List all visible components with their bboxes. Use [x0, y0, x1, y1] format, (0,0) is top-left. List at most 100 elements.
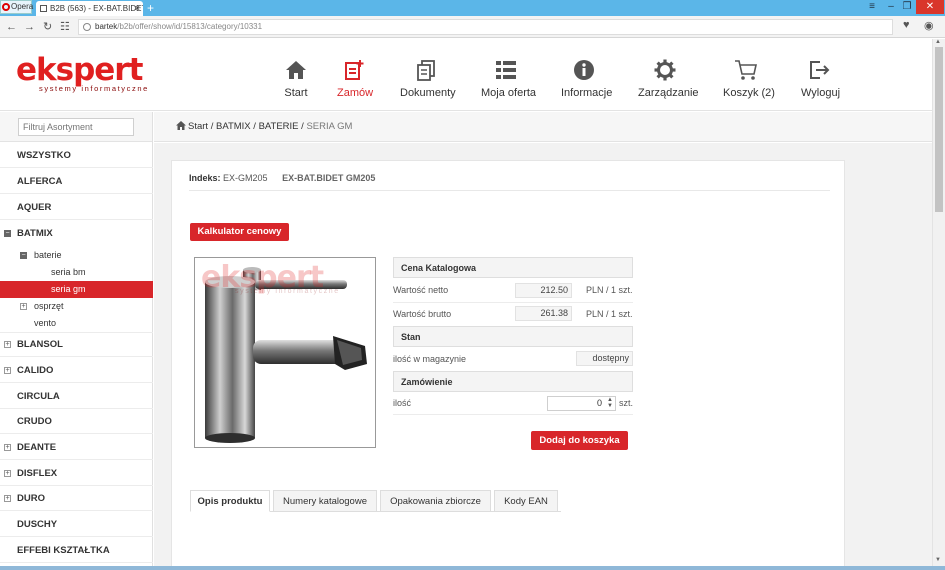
category-item[interactable]: ALFERCA	[0, 169, 153, 194]
subcategory-item[interactable]: vento	[0, 315, 153, 333]
category-item[interactable]: WSZYSTKO	[0, 143, 153, 168]
stepper-down-icon[interactable]: ▼	[605, 403, 615, 409]
category-item[interactable]: AQUER	[0, 195, 153, 220]
category-item[interactable]: + BLANSOL	[0, 332, 153, 357]
account-icon[interactable]: ◉	[924, 19, 934, 32]
tab-favicon-icon	[40, 5, 47, 12]
gear-icon	[638, 59, 692, 87]
category-label: WSZYSTKO	[17, 150, 71, 161]
expand-icon[interactable]: +	[4, 470, 11, 477]
menu-logout[interactable]: Wyloguj	[801, 59, 840, 99]
ekspert-logo[interactable]: ekspert systemy informatyczne	[16, 55, 149, 94]
menu-label: Start	[284, 87, 308, 99]
forward-icon[interactable]: →	[24, 19, 35, 35]
category-label: CRUDO	[17, 416, 52, 427]
category-item[interactable]: + DISFLEX	[0, 461, 153, 486]
tab-product-description[interactable]: Opis produktu	[190, 490, 270, 512]
scrollbar-thumb[interactable]	[935, 47, 943, 212]
breadcrumb-batmix[interactable]: BATMIX	[216, 121, 251, 132]
subcategory-label: baterie	[34, 250, 62, 260]
url-field[interactable]: bartek/b2b/offer/show/id/15813/category/…	[78, 19, 893, 35]
expand-icon[interactable]: +	[20, 303, 27, 310]
category-item[interactable]: + DEANTE	[0, 435, 153, 460]
menu-my-offer[interactable]: Moja oferta	[481, 59, 536, 99]
add-to-cart-button[interactable]: Dodaj do koszyka	[531, 431, 628, 450]
menu-documents[interactable]: Dokumenty	[400, 59, 456, 99]
menu-info[interactable]: Informacje	[561, 59, 612, 99]
breadcrumb-baterie[interactable]: BATERIE	[259, 121, 299, 132]
scroll-up-icon[interactable]: ▲	[935, 39, 941, 45]
breadcrumb-separator: /	[250, 121, 259, 132]
product-name: EX-BAT.BIDET GM205	[282, 173, 376, 183]
menu-label: Moja oferta	[481, 87, 537, 99]
url-host: bartek	[95, 22, 118, 31]
tab-catalog-numbers[interactable]: Numery katalogowe	[273, 490, 377, 512]
quantity-label: ilość	[393, 398, 412, 408]
product-image[interactable]: ekspert systemy informatyczne	[194, 257, 376, 448]
tab-menu-icon[interactable]: ≡	[866, 0, 878, 14]
subcategory-item[interactable]: − baterie	[0, 247, 153, 264]
subcategory-label: seria bm	[51, 267, 86, 277]
subcategory-item[interactable]: + osprzęt	[0, 298, 153, 315]
menu-cart[interactable]: Koszyk (2)	[723, 59, 775, 99]
assortment-filter-input[interactable]	[18, 118, 134, 136]
opera-logo-icon	[2, 3, 10, 11]
category-label: CIRCULA	[17, 391, 60, 402]
browser-tab[interactable]: B2B (563) - EX-BAT.BIDET GM ×	[36, 1, 143, 16]
category-item[interactable]: DUSCHY	[0, 512, 153, 537]
subcategory-item[interactable]: seria bm	[0, 264, 153, 281]
category-item[interactable]: + CALIDO	[0, 358, 153, 383]
menu-management[interactable]: Zarządzanie	[638, 59, 699, 99]
collapse-icon[interactable]: −	[4, 230, 11, 237]
page-scrollbar[interactable]: ▲ ▼	[932, 39, 945, 570]
address-bar: ← → ↻ ☷ bartek/b2b/offer/show/id/15813/c…	[0, 16, 945, 38]
filter-wrap	[0, 112, 152, 142]
category-sidebar: WSZYSTKO ALFERCA AQUER −BATMIX −baterie …	[0, 112, 153, 570]
expand-icon[interactable]: +	[4, 495, 11, 502]
category-item[interactable]: CIRCULA	[0, 384, 153, 409]
expand-icon[interactable]: +	[4, 367, 11, 374]
new-tab-button[interactable]: +	[147, 0, 154, 16]
category-item[interactable]: CRUDO	[0, 409, 153, 434]
minimize-icon[interactable]: –	[884, 0, 898, 14]
subcategory-item-selected[interactable]: seria gm	[0, 281, 153, 298]
browser-tab-bar: Opera B2B (563) - EX-BAT.BIDET GM × + ≡ …	[0, 0, 945, 16]
tab-ean-codes[interactable]: Kody EAN	[494, 490, 558, 512]
menu-order[interactable]: Zamów	[337, 59, 373, 99]
net-value-field: 212.50	[515, 283, 572, 298]
site-info-icon[interactable]	[83, 23, 91, 31]
opera-menu-button[interactable]: Opera	[0, 0, 33, 14]
category-label: EFFEBI KSZTAŁTKA	[17, 545, 110, 556]
cart-icon	[723, 59, 769, 87]
tab-title: B2B (563) - EX-BAT.BIDET GM	[50, 4, 143, 13]
breadcrumb-start[interactable]: Start	[188, 121, 208, 132]
back-icon[interactable]: ←	[6, 19, 17, 35]
close-window-icon[interactable]: ✕	[916, 0, 944, 14]
row-divider	[393, 302, 633, 303]
category-item[interactable]: + DURO	[0, 486, 153, 511]
price-calculator-button[interactable]: Kalkulator cenowy	[190, 223, 289, 241]
category-item[interactable]: EFFEBI KSZTAŁTKA	[0, 538, 153, 563]
order-header: Zamówienie	[393, 371, 633, 392]
bookmark-heart-icon[interactable]: ♥	[903, 19, 910, 31]
menu-start[interactable]: Start	[284, 59, 308, 99]
gross-unit: PLN / 1 szt.	[586, 309, 633, 319]
subcategory-label: seria gm	[51, 284, 86, 294]
category-item[interactable]: − BATMIX	[0, 221, 153, 246]
home-icon[interactable]	[176, 112, 186, 142]
category-label: BLANSOL	[17, 339, 63, 350]
speed-dial-icon[interactable]: ☷	[60, 19, 70, 35]
maximize-icon[interactable]: ❐	[900, 0, 914, 14]
watermark-subtitle: systemy informatyczne	[235, 288, 340, 295]
expand-icon[interactable]: +	[4, 341, 11, 348]
scroll-down-icon[interactable]: ▼	[935, 557, 941, 563]
quantity-stepper[interactable]: ▲ ▼	[605, 397, 615, 410]
expand-icon[interactable]: +	[4, 444, 11, 451]
collapse-icon[interactable]: −	[20, 252, 27, 259]
tab-close-icon[interactable]: ×	[135, 1, 140, 16]
tab-bulk-packaging[interactable]: Opakowania zbiorcze	[380, 490, 491, 512]
gross-value-label: Wartość brutto	[393, 309, 452, 319]
quantity-unit: szt.	[619, 398, 634, 408]
reload-icon[interactable]: ↻	[43, 19, 52, 35]
category-label: ALFERCA	[17, 176, 63, 187]
